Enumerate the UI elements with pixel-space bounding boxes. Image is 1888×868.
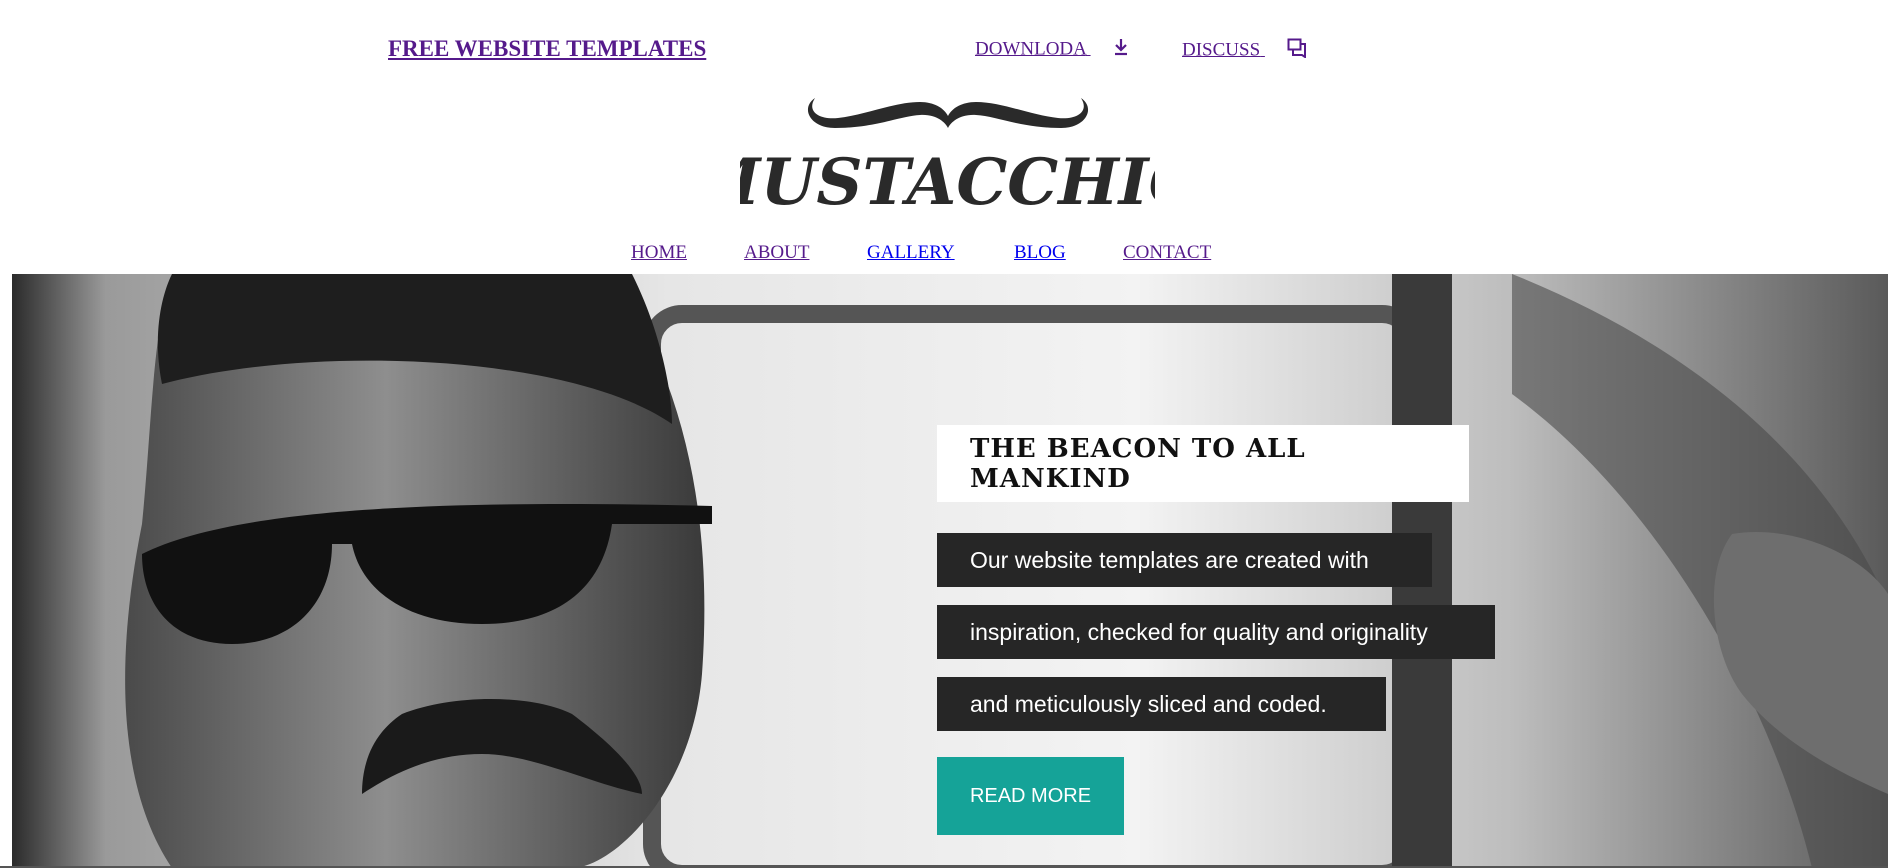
hero-text-line: Our website templates are created with <box>937 533 1432 587</box>
discuss-link[interactable]: DISCUSS <box>1182 38 1307 64</box>
site-logo[interactable]: MUSTACCHIO <box>688 88 1205 220</box>
nav-gallery[interactable]: GALLERY <box>867 242 955 264</box>
hero-text-line: and meticulously sliced and coded. <box>937 677 1386 731</box>
chat-bubbles-icon <box>1287 38 1307 64</box>
nav-home[interactable]: HOME <box>631 242 687 264</box>
nav-contact[interactable]: CONTACT <box>1123 242 1211 264</box>
free-website-templates-link[interactable]: FREE WEBSITE TEMPLATES <box>388 36 706 62</box>
mustache-icon: MUSTACCHIO <box>688 98 1205 220</box>
download-icon <box>1113 38 1129 62</box>
nav-about[interactable]: ABOUT <box>744 242 809 264</box>
discuss-link-label: DISCUSS <box>1182 39 1261 61</box>
hero-headline: THE BEACON TO ALL MANKIND <box>970 433 1306 494</box>
hero-headline-box: THE BEACON TO ALL MANKIND <box>937 425 1469 502</box>
read-more-button[interactable]: READ MORE <box>937 757 1124 835</box>
main-nav: HOME ABOUT GALLERY BLOG CONTACT <box>0 242 1888 272</box>
hero-text-line: inspiration, checked for quality and ori… <box>937 605 1495 659</box>
logo-text: MUSTACCHIO <box>740 145 1155 218</box>
download-link-label: DOWNLODA <box>975 38 1086 60</box>
download-link[interactable]: DOWNLODA <box>975 38 1129 62</box>
hero-banner: THE BEACON TO ALL MANKIND Our website te… <box>12 274 1888 868</box>
nav-blog[interactable]: BLOG <box>1014 242 1066 264</box>
